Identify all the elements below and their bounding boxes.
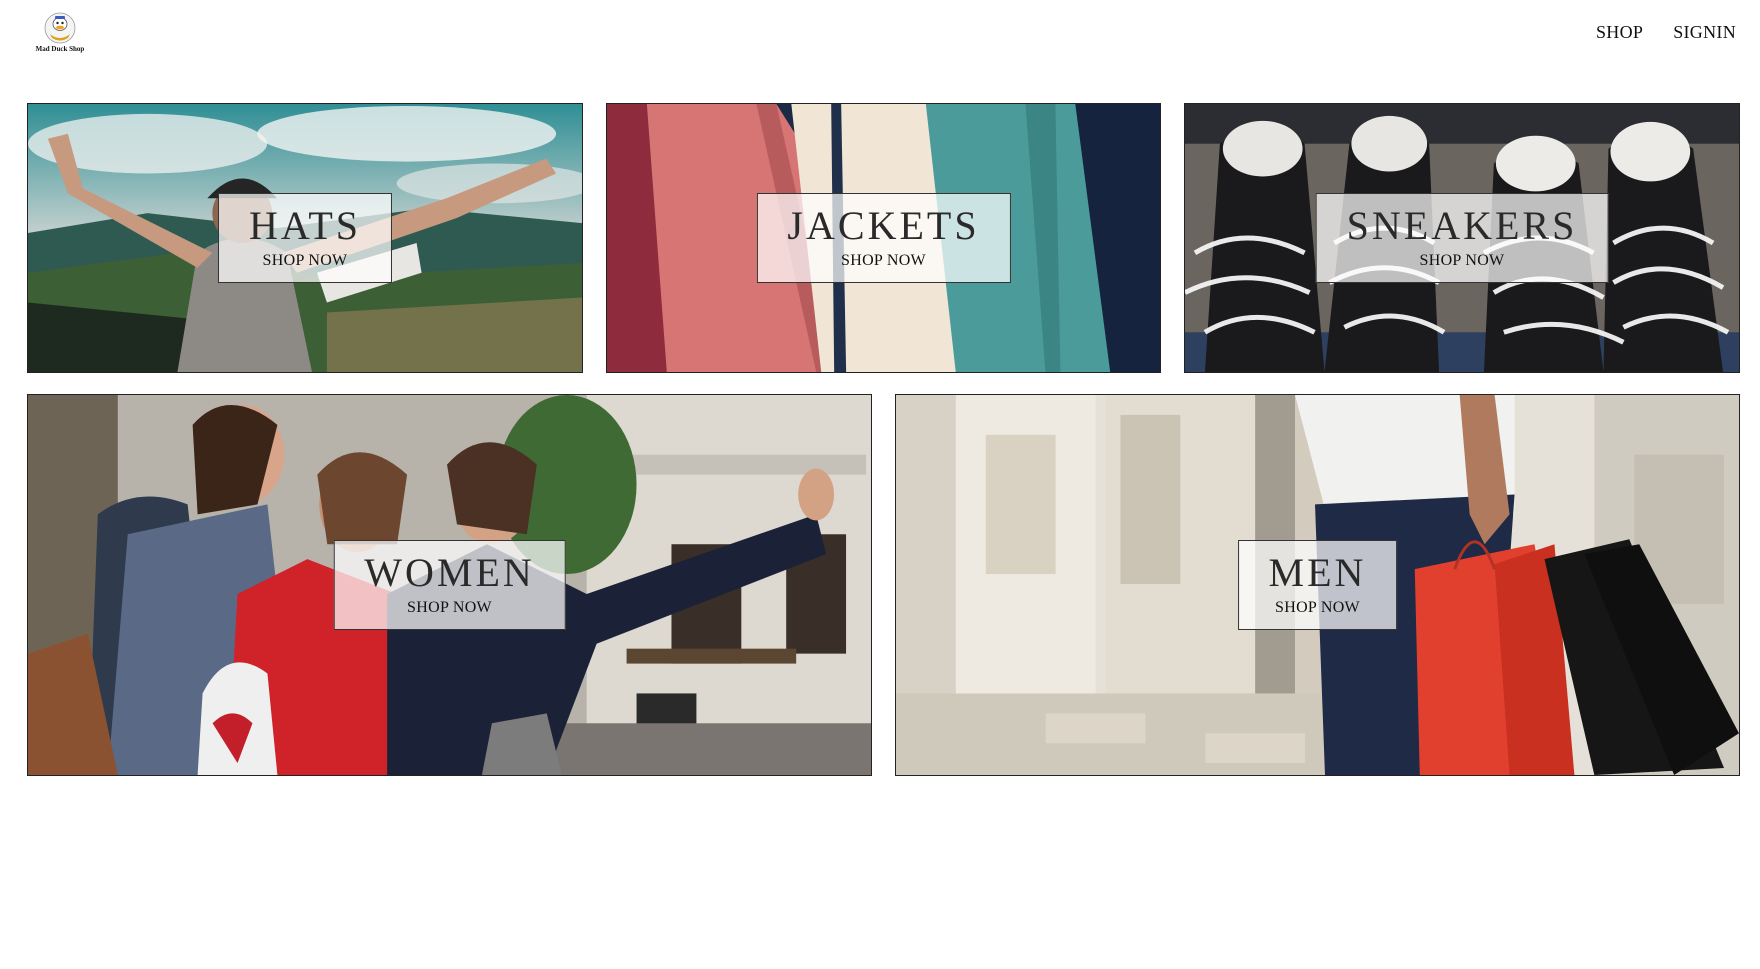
category-title: HATS	[248, 203, 362, 248]
category-tile-women[interactable]: WOMEN SHOP NOW	[27, 394, 872, 776]
category-title: WOMEN	[364, 550, 535, 595]
category-title: JACKETS	[787, 203, 980, 248]
jackets-label: JACKETS SHOP NOW	[756, 193, 1011, 283]
duck-logo-icon	[43, 12, 77, 44]
category-title: SNEAKERS	[1346, 203, 1578, 248]
site-header: Mad Duck Shop SHOP SIGNIN	[0, 0, 1760, 80]
men-label: MEN SHOP NOW	[1237, 540, 1398, 630]
category-title: MEN	[1268, 550, 1367, 595]
shop-now-link[interactable]: SHOP NOW	[407, 599, 492, 617]
category-tile-sneakers[interactable]: SNEAKERS SHOP NOW	[1184, 103, 1740, 373]
category-tile-men[interactable]: MEN SHOP NOW	[895, 394, 1740, 776]
logo-text: Mad Duck Shop	[35, 45, 85, 53]
sneakers-label: SNEAKERS SHOP NOW	[1315, 193, 1609, 283]
logo-link[interactable]: Mad Duck Shop	[30, 12, 90, 62]
category-tile-hats[interactable]: HATS SHOP NOW	[27, 103, 583, 373]
nav-signin-link[interactable]: SIGNIN	[1673, 22, 1736, 43]
hats-label: HATS SHOP NOW	[217, 193, 393, 283]
main-nav: SHOP SIGNIN	[1596, 22, 1736, 43]
shop-now-link[interactable]: SHOP NOW	[841, 252, 926, 270]
shop-now-link[interactable]: SHOP NOW	[1275, 599, 1360, 617]
shop-now-link[interactable]: SHOP NOW	[263, 252, 348, 270]
women-label: WOMEN SHOP NOW	[333, 540, 566, 630]
shop-now-link[interactable]: SHOP NOW	[1420, 252, 1505, 270]
category-tile-jackets[interactable]: JACKETS SHOP NOW	[606, 103, 1161, 373]
nav-shop-link[interactable]: SHOP	[1596, 22, 1643, 43]
